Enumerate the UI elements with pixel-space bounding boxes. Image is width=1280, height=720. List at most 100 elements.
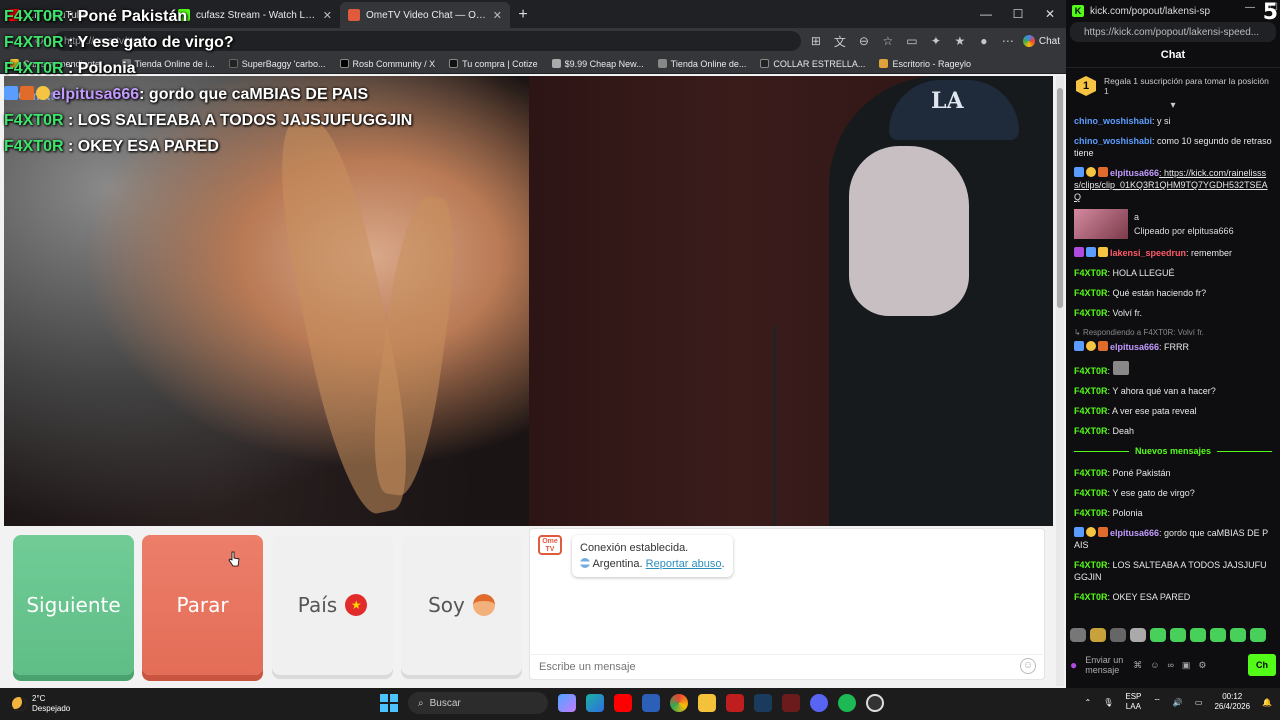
chat-username[interactable]: elpitusa666 [1110,168,1159,178]
bookmark-item[interactable]: $9.99 Cheap New... [551,59,644,69]
puzzle-icon[interactable]: ✦ [927,34,945,48]
chat-username[interactable]: F4XT0R [1074,560,1108,570]
report-abuse-link[interactable]: Reportar abuso [646,558,722,570]
word-app-icon[interactable] [642,694,660,712]
new-messages-divider[interactable]: Nuevos mensajes [1074,445,1272,457]
emote-icon[interactable] [1070,628,1086,642]
send-chat-button[interactable]: Ch [1248,654,1276,676]
message-input[interactable] [531,654,1043,678]
notifications-icon[interactable]: 🔔 [1262,698,1272,707]
chat-username[interactable]: F4XT0R [1074,308,1108,318]
chat-username[interactable]: F4XT0R [1074,508,1108,518]
battery-icon[interactable]: ▭ [1195,698,1203,707]
kick-chat-input[interactable]: ● Enviar un mensaje ⌘ ☺ ∞ ▣ ⚙ Ch [1070,650,1276,680]
emote-icon[interactable] [1090,628,1106,642]
chat-username[interactable]: F4XT0R [1074,406,1108,416]
clock[interactable]: 00:12 26/4/2026 [1214,692,1250,712]
spotify-app-icon[interactable] [838,694,856,712]
chrome-app-icon[interactable] [670,694,688,712]
bookmark-item[interactable]: Tu compra | Cotize [449,59,538,69]
close-window-icon[interactable]: ✕ [1034,0,1066,28]
address-bar[interactable]: https://ome.tv/#app [54,31,801,51]
emote-icon[interactable] [1110,628,1126,642]
tab-ometv[interactable]: OmeTV Video Chat — Omegle ✕ [340,2,510,28]
back-icon[interactable]: ← [6,34,24,48]
youtube-app-icon[interactable] [614,694,632,712]
filezilla-app-icon[interactable] [726,694,744,712]
bookmark-star-icon[interactable]: ☆ [879,34,897,48]
windows-start-icon[interactable] [380,694,398,712]
reload-icon[interactable]: ↻ [30,34,48,48]
bookmark-item[interactable]: Tienda Online de i... [121,59,215,69]
wifi-icon[interactable]: ⌔ [1153,697,1161,707]
chat-username[interactable]: lakensi_speedrun [1110,248,1186,258]
obs-app-icon[interactable] [866,694,884,712]
bookmark-item[interactable]: Tienda Online de... [657,59,746,69]
zoom-icon[interactable]: ⊖ [855,34,873,48]
copilot-app-icon[interactable] [558,694,576,712]
country-button[interactable]: País ★ [272,535,393,675]
mic-tray-icon[interactable]: 🎙 [1103,698,1113,707]
edge-app-icon[interactable] [586,694,604,712]
game-app-icon[interactable] [782,694,800,712]
steam-app-icon[interactable] [754,694,772,712]
scrollbar-thumb[interactable] [1057,88,1063,308]
chat-username[interactable]: elpitusa666 [1110,342,1159,352]
page-scrollbar[interactable] [1056,76,1064,686]
bookmark-item[interactable]: COLLAR ESTRELLA... [760,59,865,69]
volume-icon[interactable]: 🔊 [1173,698,1183,707]
chat-username[interactable]: F4XT0R [1074,488,1108,498]
command-icon[interactable]: ⌘ [1133,660,1142,671]
clip-card[interactable]: a Clipeado por elpitusa666 [1074,209,1272,239]
chevron-up-icon[interactable]: ⌃ [1085,698,1092,707]
gift-sub-banner[interactable]: 1 Regala 1 suscripción para tomar la pos… [1076,76,1270,96]
close-icon[interactable]: ✕ [323,9,332,22]
emote-icon[interactable] [1250,628,1266,642]
weather-widget[interactable]: 2°C Despejado [0,694,200,714]
new-tab-button[interactable]: + [510,2,536,28]
emote-icon[interactable] [1230,628,1246,642]
chat-username[interactable]: F4XT0R [1074,386,1108,396]
smile-icon[interactable]: ☺ [1150,660,1159,670]
emote-icon[interactable] [1170,628,1186,642]
stop-button[interactable]: Parar [142,535,263,675]
chat-username[interactable]: F4XT0R [1074,426,1108,436]
taskbar-search[interactable]: ⌕ Buscar [408,692,548,714]
kick-address-bar[interactable]: https://kick.com/popout/lakensi-speed... [1070,22,1276,42]
bookmark-item[interactable]: SuperBaggy 'carbo... [228,59,326,69]
tab-kick[interactable]: cufasz Stream - Watch Live on Kick ✕ [170,2,340,28]
settings-gear-icon[interactable]: ⚙ [1198,660,1206,671]
chat-username[interactable]: chino_woshishabi [1074,136,1152,146]
bookmark-item[interactable]: Escritorio - Rageylo [879,59,971,69]
emote-icon[interactable] [1190,628,1206,642]
chat-username[interactable]: F4XT0R [1074,268,1108,278]
tab-youtube[interactable]: ...n - YouTube [0,2,170,28]
kick-input-placeholder[interactable]: Enviar un mensaje [1085,655,1125,675]
chat-username[interactable]: F4XT0R [1074,288,1108,298]
chat-username[interactable]: F4XT0R [1074,366,1108,376]
folder-app-icon[interactable] [698,694,716,712]
translate-icon[interactable]: 文 [831,33,849,50]
language-indicator[interactable]: ESP LAA [1125,692,1141,712]
collapse-icon[interactable]: ▾ [1066,100,1280,111]
chat-username[interactable]: F4XT0R [1074,468,1108,478]
emote-icon[interactable] [1210,628,1226,642]
bookmark-item[interactable]: Rosb Community / X [339,59,435,69]
emote-icon[interactable] [1150,628,1166,642]
extension-icon[interactable]: ⊞ [807,34,825,48]
emoji-icon[interactable]: ☺ [1020,658,1036,674]
mic-icon[interactable]: ● [1070,658,1077,672]
chat-username[interactable]: chino_woshishabi [1074,116,1152,126]
infinity-icon[interactable]: ∞ [1167,660,1173,670]
close-icon[interactable]: ✕ [493,9,502,22]
more-icon[interactable]: ⋯ [999,34,1017,48]
chat-username[interactable]: elpitusa666 [1110,528,1159,538]
favorites-icon[interactable]: ★ [951,34,969,48]
emote-icon[interactable] [1130,628,1146,642]
minimize-icon[interactable]: — [1245,2,1255,13]
next-button[interactable]: Siguiente [13,535,134,675]
discord-app-icon[interactable] [810,694,828,712]
bookmark-item[interactable]: Carreras pendiente... [10,59,108,69]
gift-icon[interactable]: ▣ [1182,660,1191,671]
gender-button[interactable]: Soy [401,535,522,675]
